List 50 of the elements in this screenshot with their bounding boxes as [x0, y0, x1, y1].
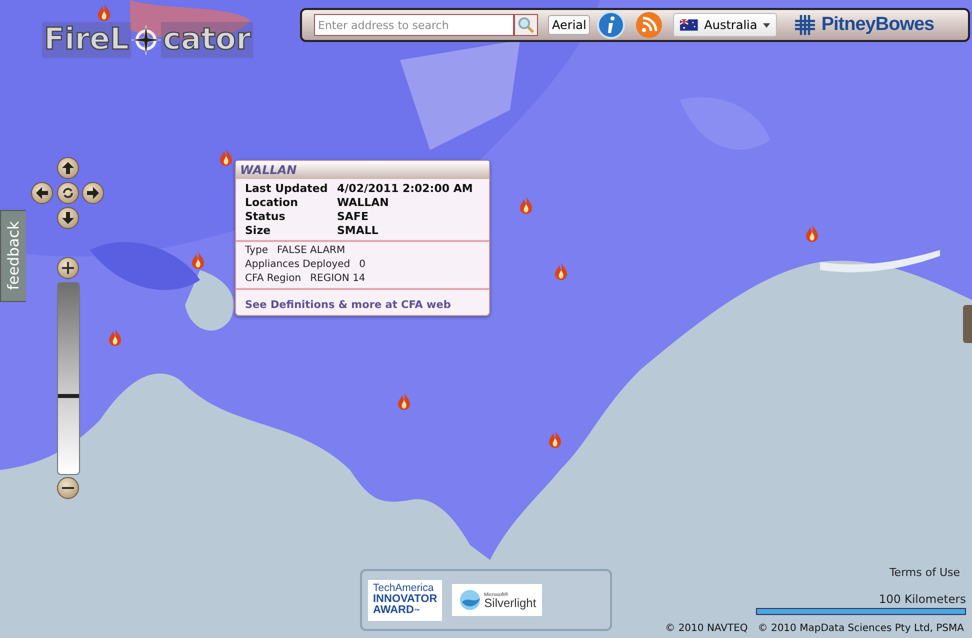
zoom-slider[interactable]: [57, 282, 80, 475]
terms-link[interactable]: Terms of Use: [889, 566, 960, 579]
side-panel-handle[interactable]: [963, 305, 972, 343]
info-icon[interactable]: [597, 11, 626, 39]
field-label: Status: [245, 210, 286, 223]
field-label: Size: [245, 224, 272, 237]
aerial-button[interactable]: Aerial: [548, 15, 590, 35]
search-icon: [517, 16, 535, 34]
search-button[interactable]: [514, 14, 538, 36]
detail-value: FALSE ALARM: [276, 244, 346, 258]
detail-label: Type: [245, 244, 268, 258]
detail-value: REGION 14: [310, 272, 366, 286]
fire-marker-icon[interactable]: [519, 196, 533, 214]
copyright-text: © 2010 MapData Sciences Pty Ltd, PSMA: [758, 623, 964, 634]
zoom-slider-thumb[interactable]: [58, 394, 79, 398]
fire-marker-icon[interactable]: [97, 3, 111, 21]
fire-marker-icon[interactable]: [548, 430, 562, 448]
fire-marker-icon[interactable]: [805, 224, 819, 242]
fire-marker-icon[interactable]: [191, 251, 205, 269]
field-value: 4/02/2011 2:02:00 AM: [337, 182, 474, 195]
plus-icon: [62, 262, 74, 274]
feedback-tab[interactable]: feedback: [0, 210, 26, 302]
brand-logo: PitneyBowes: [793, 13, 934, 37]
fire-marker-icon[interactable]: [108, 328, 122, 346]
definitions-link[interactable]: See Definitions & more at CFA web: [245, 299, 451, 311]
fire-locator-logo: FireL cator: [42, 22, 253, 58]
detail-value: 0: [359, 258, 366, 272]
scale-label: 100 Kilometers: [878, 592, 966, 606]
caret-icon: [763, 22, 770, 28]
country-dropdown[interactable]: Australia: [673, 13, 778, 37]
arrow-down-icon: [62, 212, 74, 224]
fire-marker-icon[interactable]: [554, 262, 568, 280]
field-value: WALLAN: [337, 196, 390, 209]
field-value: SAFE: [337, 210, 370, 223]
field-value: SMALL: [337, 224, 380, 237]
fire-marker-icon[interactable]: [397, 392, 411, 410]
rss-icon[interactable]: [635, 11, 664, 39]
flag-icon: [680, 18, 698, 32]
field-label: Last Updated: [245, 182, 329, 195]
arrow-left-icon: [36, 187, 48, 199]
arrow-right-icon: [87, 187, 99, 199]
search-field[interactable]: Enter address to search: [314, 14, 514, 36]
copyright-text: © 2010 NAVTEQ: [665, 623, 748, 634]
popup-title: WALLAN: [236, 161, 489, 179]
refresh-icon: [62, 187, 74, 199]
fire-marker-icon[interactable]: [219, 148, 233, 166]
field-label: Location: [245, 196, 299, 209]
detail-label: CFA Region: [245, 272, 302, 286]
arrow-up-icon: [62, 162, 74, 174]
detail-label: Appliances Deployed: [245, 258, 350, 272]
